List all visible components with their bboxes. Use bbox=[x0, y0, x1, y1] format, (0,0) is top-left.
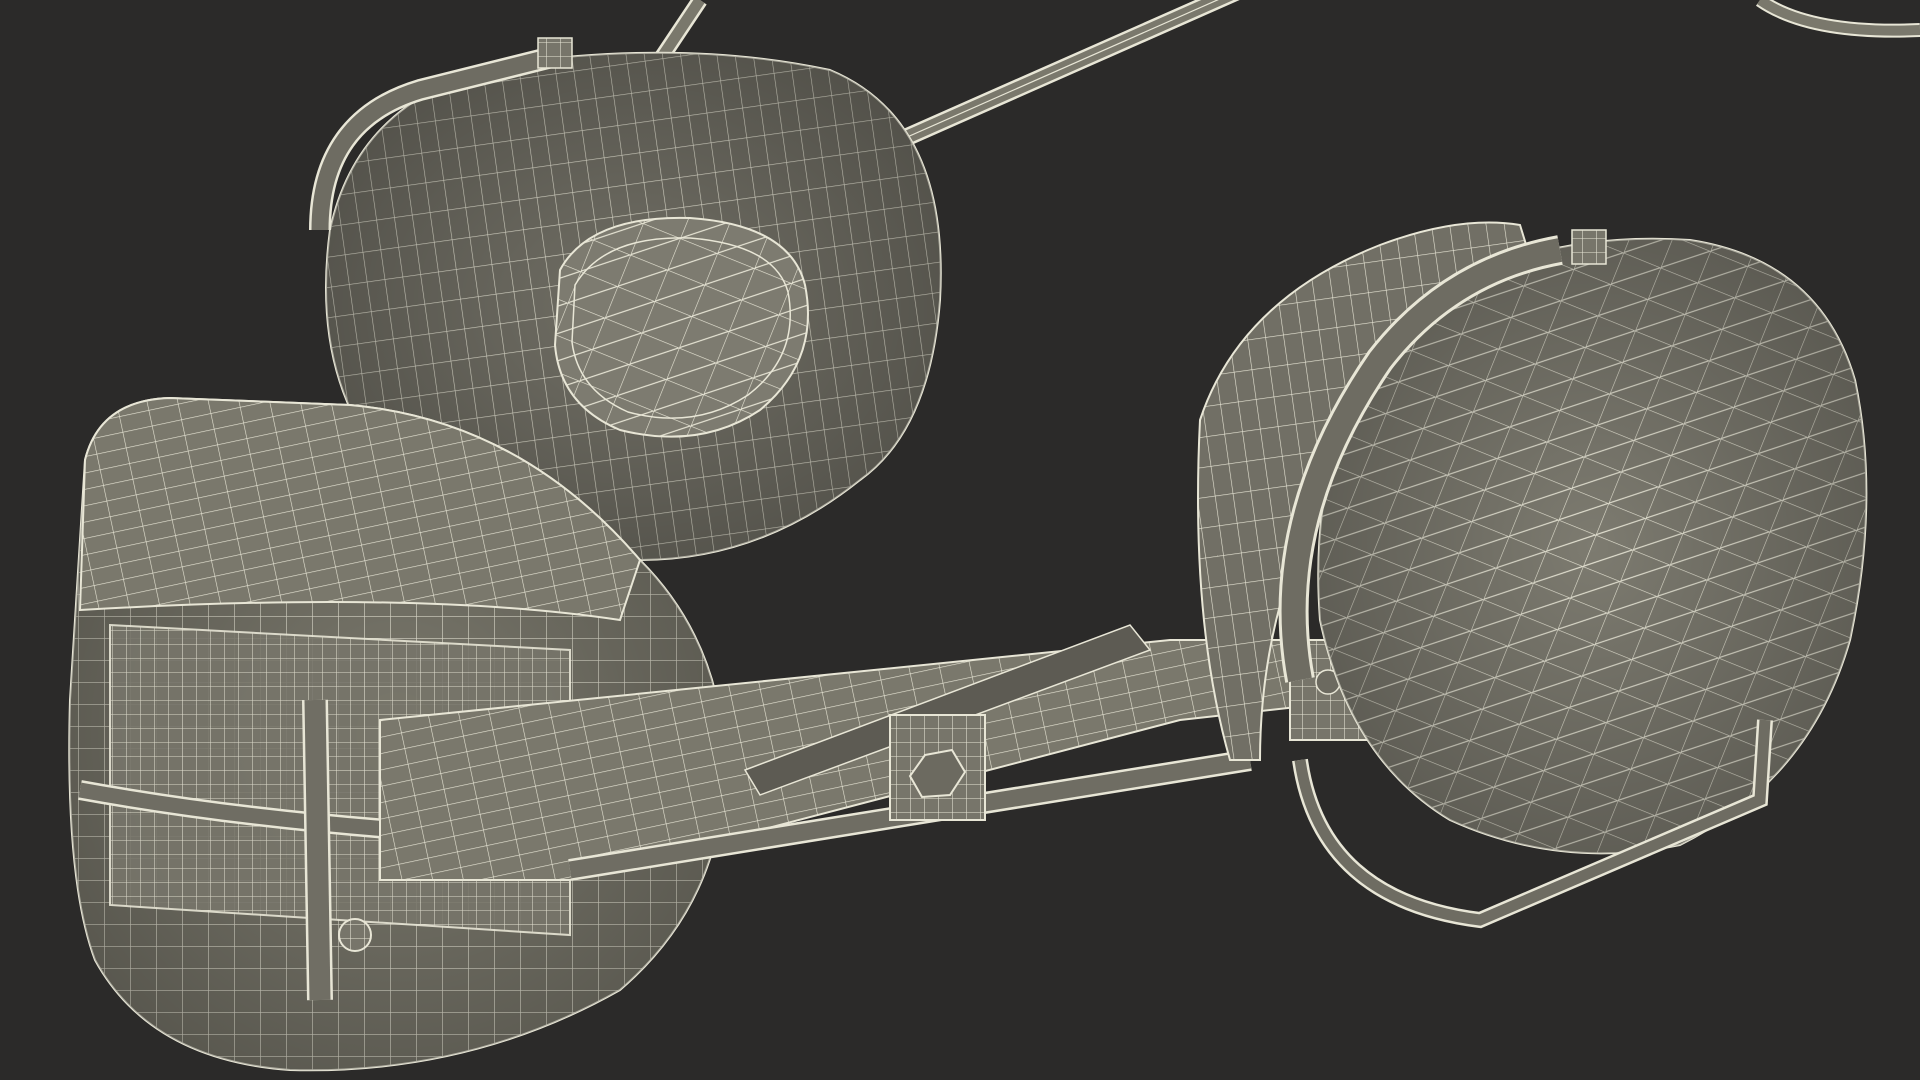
right-ear-cup bbox=[1197, 221, 1868, 929]
render-viewport bbox=[0, 0, 1920, 1080]
headset-wireframe-render bbox=[68, 0, 1920, 1072]
